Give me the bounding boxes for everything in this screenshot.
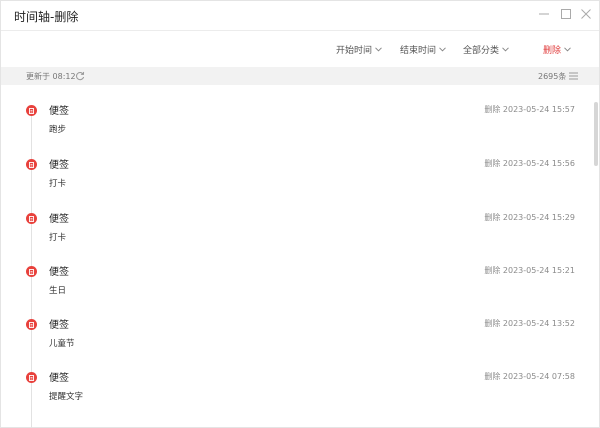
note-icon	[26, 105, 37, 116]
entry-title: 便签	[49, 267, 69, 278]
chevron-down-icon	[502, 47, 509, 52]
entry-title: 便签	[49, 160, 69, 171]
entry-content: 生日	[49, 286, 67, 296]
start-time-label: 开始时间	[336, 46, 373, 56]
note-icon	[26, 213, 37, 224]
category-label: 全部分类	[463, 46, 500, 56]
entry-content: 打卡	[49, 233, 67, 243]
window-title: 时间轴-删除	[14, 10, 79, 24]
minimize-icon[interactable]	[537, 7, 551, 21]
category-filter[interactable]: 全部分类	[463, 43, 509, 56]
scrollbar-thumb[interactable]	[594, 102, 598, 166]
maximize-icon[interactable]	[559, 7, 573, 21]
filter-bar: 开始时间 结束时间 全部分类 删除	[1, 30, 599, 67]
close-icon[interactable]	[579, 7, 593, 21]
entry-meta: 删除 2023-05-24 15:57	[484, 105, 575, 114]
entry-content: 跑步	[49, 125, 67, 135]
timeline-entry[interactable]: 便签 打卡 删除 2023-05-24 15:56	[1, 155, 591, 203]
chevron-down-icon	[439, 47, 446, 52]
entry-title: 便签	[49, 320, 69, 331]
list-view-icon[interactable]	[569, 72, 578, 80]
timeline-entry[interactable]: 便签 提醒文字 删除 2023-05-24 07:58	[1, 368, 591, 416]
entry-title: 便签	[49, 373, 69, 384]
entry-meta: 删除 2023-05-24 13:52	[484, 319, 575, 328]
status-bar: 更新于 08:12 2695条	[1, 67, 599, 85]
note-icon	[26, 319, 37, 330]
timeline: 便签 跑步 删除 2023-05-24 15:57 便签 打卡 删除 2023-…	[1, 85, 599, 428]
status-filter[interactable]: 删除	[543, 43, 571, 56]
entry-count: 2695条	[538, 72, 567, 81]
timeline-entry[interactable]: 便签 跑步 删除 2023-05-24 15:57	[1, 101, 591, 149]
app-window: 时间轴-删除 开始时间 结束时间 全部分类 删除 更新于 08:12 2695条…	[0, 0, 600, 428]
refresh-icon[interactable]	[75, 71, 85, 81]
chevron-down-icon	[564, 47, 571, 52]
note-icon	[26, 159, 37, 170]
entry-content: 儿童节	[49, 339, 75, 349]
end-time-label: 结束时间	[400, 46, 437, 56]
timeline-entry[interactable]: 便签 儿童节 删除 2023-05-24 13:52	[1, 315, 591, 363]
updated-time: 更新于 08:12	[26, 72, 76, 81]
note-icon	[26, 372, 37, 383]
entry-meta: 删除 2023-05-24 07:58	[484, 372, 575, 381]
entry-meta: 删除 2023-05-24 15:21	[484, 266, 575, 275]
chevron-down-icon	[375, 47, 382, 52]
entry-title: 便签	[49, 106, 69, 117]
start-time-filter[interactable]: 开始时间	[336, 43, 382, 56]
title-bar: 时间轴-删除	[1, 1, 599, 30]
entry-content: 打卡	[49, 179, 67, 189]
entry-title: 便签	[49, 214, 69, 225]
entry-meta: 删除 2023-05-24 15:29	[484, 213, 575, 222]
timeline-entry[interactable]: 便签 打卡 删除 2023-05-24 15:29	[1, 209, 591, 257]
timeline-entry[interactable]: 便签 生日 删除 2023-05-24 15:21	[1, 262, 591, 310]
end-time-filter[interactable]: 结束时间	[400, 43, 446, 56]
status-filter-label: 删除	[543, 46, 562, 56]
entry-content: 提醒文字	[49, 392, 84, 402]
note-icon	[26, 266, 37, 277]
entry-meta: 删除 2023-05-24 15:56	[484, 159, 575, 168]
